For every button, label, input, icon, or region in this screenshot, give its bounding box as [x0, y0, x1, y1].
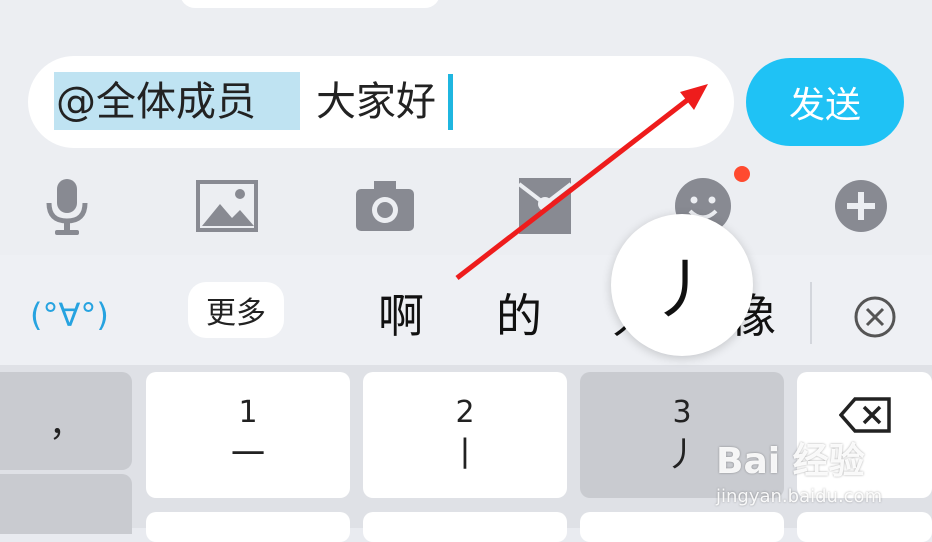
baidu-watermark: Bai 经验: [716, 441, 865, 482]
watermark-url: jingyan.baidu.com: [716, 486, 883, 507]
